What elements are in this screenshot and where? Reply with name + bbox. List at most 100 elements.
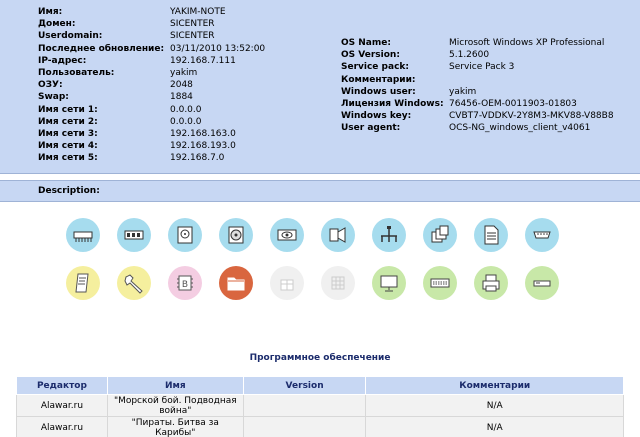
field-label: User agent: bbox=[341, 123, 401, 134]
info-field: Swap: 1884 bbox=[38, 91, 193, 103]
info-field: ОЗУ: 2048 bbox=[38, 79, 193, 91]
field-value: 192.168.163.0 bbox=[170, 129, 236, 139]
inventory-icons-row-2: B bbox=[66, 266, 559, 300]
field-label: Лицензия Windows: bbox=[341, 99, 444, 109]
field-label: Пользователь: bbox=[38, 68, 115, 78]
hard-disk-icon[interactable] bbox=[168, 218, 202, 252]
grid-icon[interactable] bbox=[321, 266, 355, 300]
field-value: yakim bbox=[170, 68, 198, 78]
field-label: Имя сети 2: bbox=[38, 116, 98, 127]
table-header-row: Редактор Имя Version Комментарии bbox=[16, 376, 624, 395]
field-value: 192.168.7.111 bbox=[170, 55, 236, 66]
field-value: YAKIM-NOTE bbox=[170, 7, 226, 17]
field-label: Последнее обновление: bbox=[38, 43, 165, 54]
software-table: Редактор Имя Version Комментарии Alawar.… bbox=[16, 376, 624, 437]
monitor-icon[interactable] bbox=[372, 266, 406, 300]
field-label: Swap: bbox=[38, 92, 69, 103]
memory-module-icon[interactable] bbox=[117, 218, 151, 252]
info-field: User agent: OCS-NG_windows_client_v4061 bbox=[341, 122, 590, 134]
tools-icon[interactable] bbox=[117, 266, 151, 300]
description-bar: Description: bbox=[0, 180, 640, 202]
software-section-title: Программное обеспечение bbox=[249, 353, 391, 363]
software-folder-icon[interactable] bbox=[219, 266, 253, 300]
field-value: CVBT7-VDDKV-2Y8M3-MKV88-V88B8 bbox=[449, 111, 614, 122]
ports-icon[interactable] bbox=[525, 218, 559, 252]
cell-version bbox=[242, 416, 367, 437]
info-field: Имя сети 3: 192.168.163.0 bbox=[38, 128, 236, 140]
field-label: Имя сети 3: bbox=[38, 129, 98, 139]
controllers-icon[interactable] bbox=[423, 218, 457, 252]
info-field: Последнее обновление: 03/11/2010 13:52:00 bbox=[38, 43, 265, 55]
sound-icon[interactable] bbox=[321, 218, 355, 252]
column-header-version[interactable]: Version bbox=[242, 376, 367, 395]
cell-comment: N/A bbox=[365, 416, 624, 437]
computer-info-panel: Имя: YAKIM-NOTE Домен: SICENTER Userdomain: S… bbox=[0, 0, 640, 174]
cell-name: "Морской бой. Подводная война" bbox=[106, 394, 244, 417]
field-value: OCS-NG_windows_client_v4061 bbox=[449, 123, 591, 134]
field-value: Service Pack 3 bbox=[449, 62, 515, 73]
info-field: Комментарии: bbox=[341, 74, 449, 86]
network-icon[interactable] bbox=[372, 218, 406, 252]
printer-icon[interactable] bbox=[474, 266, 508, 300]
info-field: Имя сети 1: 0.0.0.0 bbox=[38, 104, 202, 116]
field-value: 5.1.2600 bbox=[449, 50, 490, 61]
field-label: Имя сети 1: bbox=[38, 104, 98, 115]
info-field: Имя сети 4: 192.168.193.0 bbox=[38, 140, 236, 152]
field-label: Windows key: bbox=[341, 111, 412, 122]
svg-text:B: B bbox=[182, 280, 188, 290]
printer-docs-icon[interactable] bbox=[474, 218, 508, 252]
cell-name: "Пираты. Битва за Карибы" bbox=[106, 416, 244, 437]
field-label: Имя сети 4: bbox=[38, 141, 98, 152]
field-value: Microsoft Windows XP Professional bbox=[449, 38, 605, 48]
modem-icon[interactable] bbox=[525, 266, 559, 300]
info-field: Лицензия Windows: 76456-OEM-0011903-01803 bbox=[341, 98, 577, 110]
cell-version bbox=[242, 394, 367, 417]
field-label: Userdomain: bbox=[38, 31, 103, 42]
field-value: 192.168.193.0 bbox=[170, 141, 236, 152]
info-field: Windows key: CVBT7-VDDKV-2Y8M3-MKV88-V88B… bbox=[341, 110, 614, 122]
info-field: Имя: YAKIM-NOTE bbox=[38, 6, 226, 18]
field-value: 03/11/2010 13:52:00 bbox=[170, 43, 266, 54]
bios-chip-icon[interactable]: B bbox=[168, 266, 202, 300]
info-field: OS Name: Microsoft Windows XP Professiona… bbox=[341, 37, 604, 49]
field-value: yakim bbox=[449, 86, 477, 97]
description-label: Description: bbox=[38, 186, 100, 196]
info-field: Userdomain: SICENTER bbox=[38, 30, 215, 42]
field-label: OS Name: bbox=[341, 38, 391, 48]
field-value: 1884 bbox=[170, 92, 193, 103]
field-value: SICENTER bbox=[170, 19, 215, 30]
field-value: 76456-OEM-0011903-01803 bbox=[449, 99, 577, 109]
info-field: Service pack: Service Pack 3 bbox=[341, 61, 514, 73]
memory-slots-icon[interactable] bbox=[66, 218, 100, 252]
table-row: Alawar.ru "Пираты. Битва за Карибы" N/A bbox=[16, 416, 624, 437]
field-label: IP-адрес: bbox=[38, 55, 87, 66]
column-header-publisher[interactable]: Редактор bbox=[16, 376, 108, 395]
registry-icon[interactable] bbox=[66, 266, 100, 300]
field-label: Service pack: bbox=[341, 62, 409, 73]
info-field: Имя сети 2: 0.0.0.0 bbox=[38, 116, 202, 128]
field-value: 0.0.0.0 bbox=[170, 104, 202, 115]
info-field: Windows user: yakim bbox=[341, 86, 476, 98]
drives-icon[interactable] bbox=[219, 218, 253, 252]
field-value: 192.168.7.0 bbox=[170, 153, 225, 164]
gift-icon[interactable] bbox=[270, 266, 304, 300]
table-row: Alawar.ru "Морской бой. Подводная война"… bbox=[16, 394, 624, 417]
field-label: Комментарии: bbox=[341, 74, 416, 85]
field-value: SICENTER bbox=[170, 31, 215, 42]
field-value: 0.0.0.0 bbox=[170, 116, 202, 127]
info-field: IP-адрес: 192.168.7.111 bbox=[38, 55, 236, 67]
column-header-comments[interactable]: Комментарии bbox=[365, 376, 624, 395]
field-label: OS Version: bbox=[341, 50, 400, 61]
info-field: Домен: SICENTER bbox=[38, 18, 215, 30]
cell-publisher: Alawar.ru bbox=[16, 416, 108, 437]
info-field: Имя сети 5: 192.168.7.0 bbox=[38, 152, 224, 164]
inventory-icons-row-1 bbox=[66, 218, 559, 252]
field-label: Имя: bbox=[38, 7, 63, 17]
video-card-icon[interactable] bbox=[270, 218, 304, 252]
field-value: 2048 bbox=[170, 80, 193, 91]
field-label: Домен: bbox=[38, 19, 76, 30]
column-header-name[interactable]: Имя bbox=[106, 376, 244, 395]
field-label: Windows user: bbox=[341, 86, 416, 97]
info-field: OS Version: 5.1.2600 bbox=[341, 49, 489, 61]
keyboard-icon[interactable] bbox=[423, 266, 457, 300]
